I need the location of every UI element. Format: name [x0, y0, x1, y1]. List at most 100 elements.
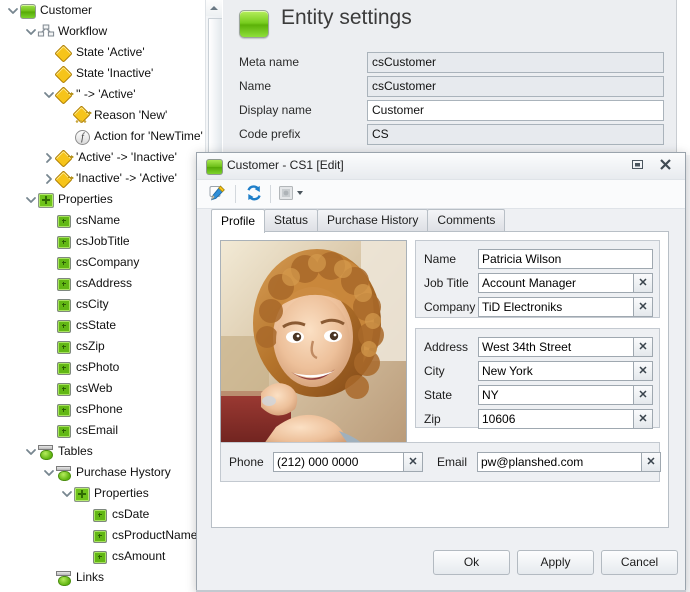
field-input-city[interactable]: New York — [478, 361, 634, 381]
tree-item-csphoto[interactable]: csPhoto — [0, 357, 205, 378]
chevron-down-icon[interactable] — [42, 462, 55, 483]
field-label: Job Title — [424, 276, 469, 290]
tree-item-label: Purchase Hystory — [76, 465, 171, 480]
tree-item-reason-new[interactable]: Reason 'New' — [0, 105, 205, 126]
tree-item-csproductname[interactable]: csProductName — [0, 525, 205, 546]
tree-item-label: Customer — [40, 3, 93, 18]
chevron-down-icon[interactable] — [24, 189, 37, 210]
clear-field-button[interactable]: ✕ — [634, 297, 653, 317]
ok-button[interactable]: Ok — [433, 550, 510, 575]
tree-item-active[interactable]: '' -> 'Active' — [0, 84, 205, 105]
entity-tree-panel[interactable]: Customer Workflow State 'Active' State 'Ina… — [0, 0, 205, 592]
field-input-state[interactable]: NY — [478, 385, 634, 405]
clear-field-button[interactable]: ✕ — [634, 409, 653, 429]
field-input-job-title[interactable]: Account Manager — [478, 273, 634, 293]
tree-item-customer[interactable]: Customer — [0, 0, 205, 21]
tree-item-csaddress[interactable]: csAddress — [0, 273, 205, 294]
property-icon — [55, 255, 73, 271]
clear-field-button[interactable]: ✕ — [634, 337, 653, 357]
tree-item-label: '' -> 'Active' — [76, 87, 136, 102]
tree-item-label: csPhone — [76, 402, 123, 417]
dialog-footer: Ok Apply Cancel — [197, 538, 685, 592]
dialog-title: Customer - CS1 [Edit] — [227, 158, 344, 172]
tab-profile[interactable]: Profile — [211, 209, 266, 233]
refresh-icon[interactable] — [244, 184, 266, 204]
scroll-up-arrow[interactable] — [206, 0, 222, 16]
tree-item-label: State 'Active' — [76, 45, 145, 60]
apply-button[interactable]: Apply — [517, 550, 594, 575]
chevron-right-icon[interactable] — [42, 168, 55, 189]
field-input-email[interactable]: pw@planshed.com — [477, 452, 642, 472]
tree-item-csstate[interactable]: csState — [0, 315, 205, 336]
person-group: Name Patricia Wilson Job Title Account Mana… — [415, 240, 660, 318]
entity-field-input[interactable]: Customer — [367, 100, 664, 121]
entity-field-label: Code prefix — [239, 127, 301, 141]
chevron-down-icon[interactable] — [24, 21, 37, 42]
tree-item-state-inactive[interactable]: State 'Inactive' — [0, 63, 205, 84]
tree-item-tables[interactable]: Tables — [0, 441, 205, 462]
chevron-down-icon[interactable] — [60, 483, 73, 504]
tree-item-csname[interactable]: csName — [0, 210, 205, 231]
entity-icon — [239, 10, 269, 38]
field-input-zip[interactable]: 10606 — [478, 409, 634, 429]
tree-item-cszip[interactable]: csZip — [0, 336, 205, 357]
cancel-button[interactable]: Cancel — [601, 550, 678, 575]
chevron-right-icon[interactable] — [42, 147, 55, 168]
entity-icon — [19, 3, 37, 19]
entity-field-input[interactable]: csCustomer — [367, 76, 664, 97]
tree-item-state-active[interactable]: State 'Active' — [0, 42, 205, 63]
clear-field-button[interactable]: ✕ — [634, 385, 653, 405]
scrollbar-thumb[interactable] — [208, 18, 223, 160]
tree-item-purchase-hystory[interactable]: Purchase Hystory — [0, 462, 205, 483]
tree-item-csdate[interactable]: csDate — [0, 504, 205, 525]
tree-item-links[interactable]: Links — [0, 567, 205, 588]
form-row: State NY ✕ — [424, 385, 653, 406]
field-label: City — [424, 364, 445, 378]
form-row: Company TiD Electroniks ✕ — [424, 297, 653, 318]
tab-status[interactable]: Status — [264, 209, 319, 232]
chevron-down-icon[interactable] — [42, 84, 55, 105]
entity-field-input[interactable]: CS — [367, 124, 664, 145]
dialog-toolbar[interactable] — [197, 180, 685, 209]
clear-field-button[interactable]: ✕ — [642, 452, 661, 472]
customer-edit-dialog: Customer - CS1 [Edit] Profile Status Pur… — [196, 152, 686, 592]
close-window-button[interactable] — [655, 157, 675, 175]
chevron-down-icon[interactable] — [24, 441, 37, 462]
tree-item-cscity[interactable]: csCity — [0, 294, 205, 315]
tree-item-csphone[interactable]: csPhone — [0, 399, 205, 420]
tree-item-cscompany[interactable]: csCompany — [0, 252, 205, 273]
toolbar-separator — [270, 185, 271, 203]
clear-field-button[interactable]: ✕ — [634, 273, 653, 293]
property-icon — [55, 297, 73, 313]
edit-pencil-icon[interactable] — [207, 184, 229, 204]
tree-item-csweb[interactable]: csWeb — [0, 378, 205, 399]
field-input-name[interactable]: Patricia Wilson — [478, 249, 653, 269]
tree-item-workflow[interactable]: Workflow — [0, 21, 205, 42]
entity-field-input[interactable]: csCustomer — [367, 52, 664, 73]
field-input-company[interactable]: TiD Electroniks — [478, 297, 634, 317]
tree-item-csjobtitle[interactable]: csJobTitle — [0, 231, 205, 252]
workflow-icon — [37, 24, 55, 40]
toolbar-separator — [235, 185, 236, 203]
dialog-title-bar[interactable]: Customer - CS1 [Edit] — [197, 153, 685, 180]
tab-comments[interactable]: Comments — [427, 209, 506, 232]
tree-item-csemail[interactable]: csEmail — [0, 420, 205, 441]
property-icon — [55, 318, 73, 334]
tree-item-action-for-newtime[interactable]: f Action for 'NewTime' — [0, 126, 205, 147]
tab-bar[interactable]: Profile Status Purchase History Comments — [211, 209, 506, 233]
tree-item-label: csName — [76, 213, 121, 228]
restore-window-button[interactable] — [627, 157, 647, 175]
field-input-address[interactable]: West 34th Street — [478, 337, 634, 357]
tree-item-properties[interactable]: Properties — [0, 189, 205, 210]
clear-field-button[interactable]: ✕ — [634, 361, 653, 381]
property-icon — [55, 381, 73, 397]
tree-item-csamount[interactable]: csAmount — [0, 546, 205, 567]
tab-purchase-history[interactable]: Purchase History — [317, 209, 429, 232]
property-icon — [55, 234, 73, 250]
tree-item-properties[interactable]: Properties — [0, 483, 205, 504]
tree-item-inactive-active[interactable]: 'Inactive' -> 'Active' — [0, 168, 205, 189]
chevron-down-icon[interactable] — [6, 0, 19, 21]
transition-icon — [54, 149, 74, 168]
settings-dropdown-icon[interactable] — [277, 184, 311, 204]
tree-item-active-inactive[interactable]: 'Active' -> 'Inactive' — [0, 147, 205, 168]
